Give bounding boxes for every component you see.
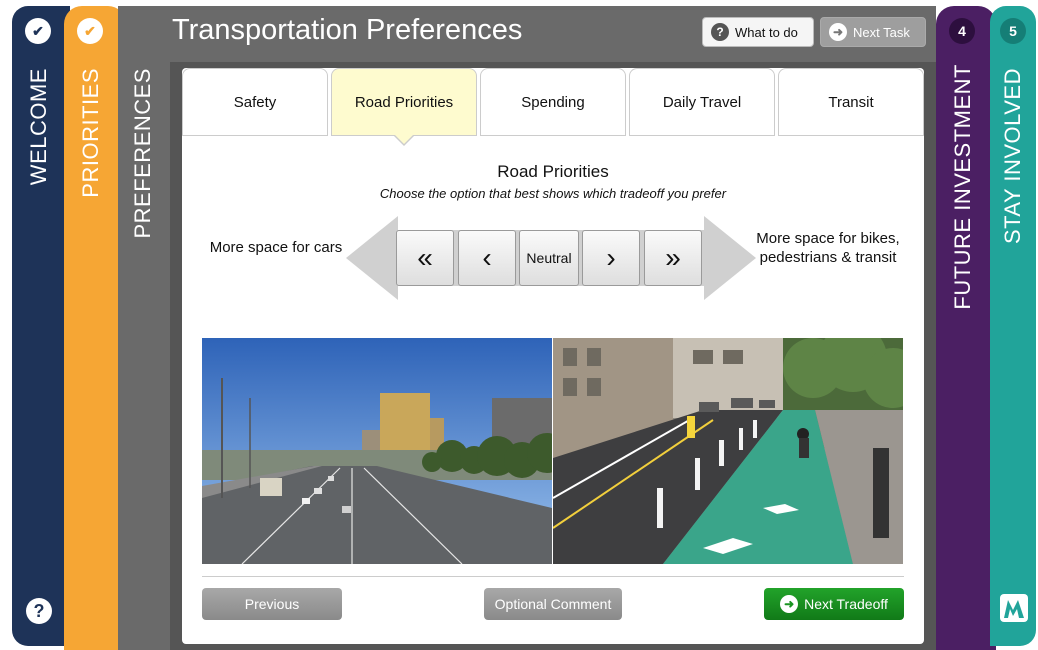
help-icon: ? <box>711 23 729 41</box>
step-preferences-label: PREFERENCES <box>130 68 155 239</box>
bike-lane-photo <box>553 338 903 564</box>
strongly-right-button[interactable]: » <box>644 230 702 286</box>
step-priorities-label: PRIORITIES <box>78 68 103 198</box>
tab-road-priorities[interactable]: Road Priorities <box>331 68 477 136</box>
strongly-left-button[interactable]: « <box>396 230 454 286</box>
step-priorities[interactable]: ✔ PRIORITIES <box>64 6 126 650</box>
step-welcome[interactable]: ✔ WELCOME <box>12 6 70 646</box>
step-welcome-label: WELCOME <box>26 68 51 186</box>
what-to-do-button[interactable]: ? What to do <box>702 17 814 47</box>
m-logo-icon[interactable] <box>1000 594 1028 622</box>
neutral-button[interactable]: Neutral <box>519 230 579 286</box>
check-icon: ✔ <box>77 18 103 44</box>
step-number: 4 <box>949 18 975 44</box>
previous-button[interactable]: Previous <box>202 588 342 620</box>
active-tab-pointer-fill <box>394 134 414 144</box>
step-future-investment[interactable]: 4 FUTURE INVESTMENT <box>936 6 996 650</box>
next-tradeoff-button[interactable]: ➜ Next Tradeoff <box>764 588 904 620</box>
help-icon[interactable]: ? <box>26 598 52 624</box>
left-option-label: More space for cars <box>209 239 343 256</box>
right-button[interactable]: › <box>582 230 640 286</box>
cars-road-photo <box>202 338 552 564</box>
step-stay-label: STAY INVOLVED <box>1000 68 1025 245</box>
tab-spending[interactable]: Spending <box>480 68 626 136</box>
next-task-label: Next Task <box>853 24 910 40</box>
step-preferences[interactable]: 3 PREFERENCES <box>118 6 178 650</box>
left-button[interactable]: ‹ <box>458 230 516 286</box>
what-to-do-label: What to do <box>735 24 798 40</box>
next-task-button[interactable]: ➜ Next Task <box>820 17 926 47</box>
question-title: Road Priorities <box>497 162 609 181</box>
next-tradeoff-label: Next Tradeoff <box>804 596 888 612</box>
footer-divider <box>202 576 904 577</box>
arrow-right-icon: ➜ <box>829 23 847 41</box>
step-future-label: FUTURE INVESTMENT <box>950 64 975 310</box>
right-option-label: More space for bikes, pedestrians & tran… <box>756 230 900 266</box>
tab-daily-travel[interactable]: Daily Travel <box>629 68 775 136</box>
check-icon: ✔ <box>25 18 51 44</box>
tab-safety[interactable]: Safety <box>182 68 328 136</box>
topic-tabs: Safety Road Priorities Spending Daily Tr… <box>182 68 924 136</box>
step-stay-involved[interactable]: 5 STAY INVOLVED <box>990 6 1036 646</box>
question-subtitle: Choose the option that best shows which … <box>379 186 727 201</box>
step-number: 5 <box>1000 18 1026 44</box>
page-title: Transportation Preferences <box>172 14 523 46</box>
tab-transit[interactable]: Transit <box>778 68 924 136</box>
arrow-right-icon: ➜ <box>780 595 799 613</box>
optional-comment-button[interactable]: Optional Comment <box>484 588 622 620</box>
